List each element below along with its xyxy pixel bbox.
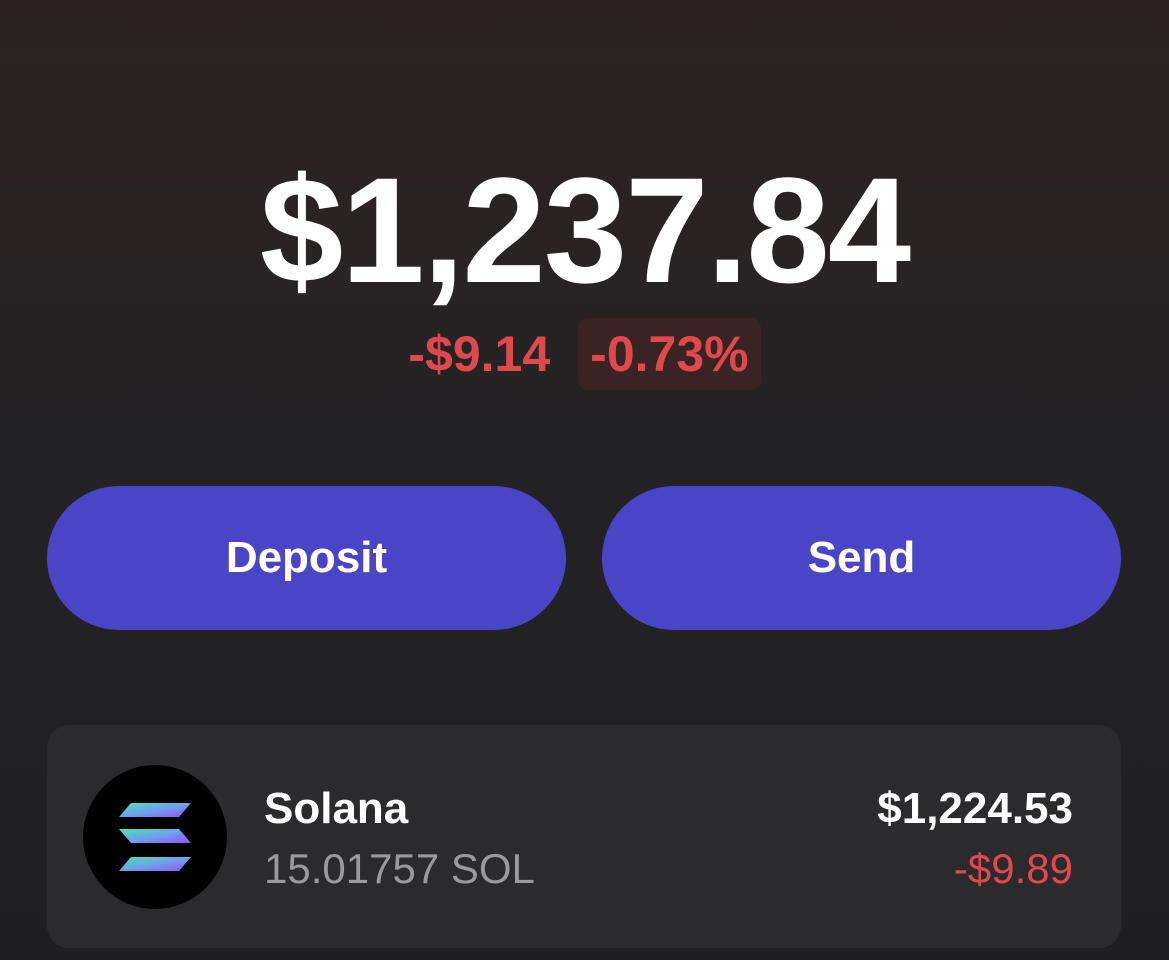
send-button[interactable]: Send: [602, 486, 1121, 630]
token-value: $1,224.53: [877, 784, 1073, 833]
balance-change-percent-badge: -0.73%: [578, 318, 761, 390]
balance-change-row: -$9.14 -0.73%: [0, 318, 1169, 390]
token-amount: 15.01757 SOL: [264, 845, 535, 892]
deposit-button[interactable]: Deposit: [47, 486, 566, 630]
token-change: -$9.89: [953, 845, 1073, 892]
token-name: Solana: [264, 784, 409, 833]
portfolio-summary: $1,237.84 -$9.14 -0.73%: [0, 150, 1169, 390]
solana-icon: [83, 765, 227, 909]
total-balance: $1,237.84: [259, 146, 911, 314]
balance-change-amount: -$9.14: [408, 326, 551, 382]
action-buttons: Deposit Send: [47, 486, 1121, 630]
token-row-solana[interactable]: Solana 15.01757 SOL $1,224.53 -$9.89: [47, 725, 1121, 948]
